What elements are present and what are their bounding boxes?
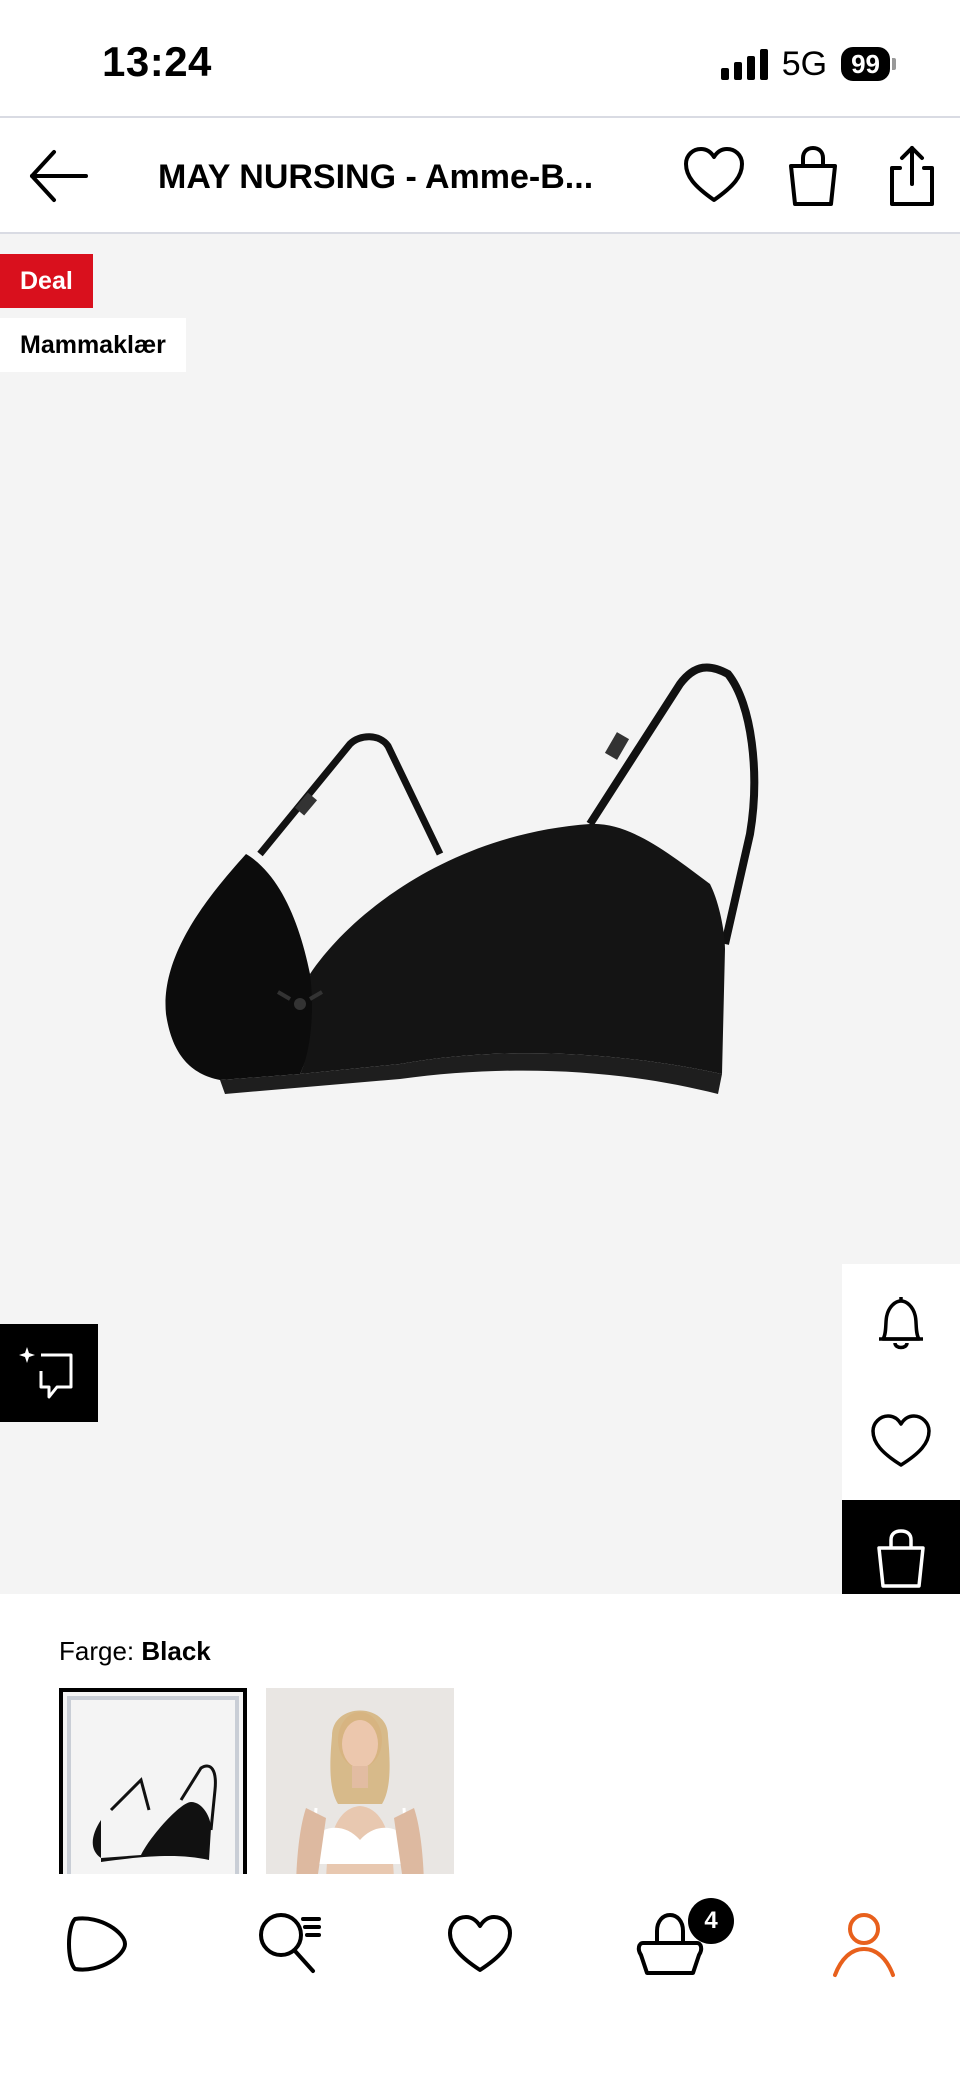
signal-icon [720,48,768,80]
ai-sparkle-icon[interactable] [0,1324,98,1422]
selected-color-name: Black [141,1636,211,1666]
add-to-bag-button[interactable] [842,1500,960,1594]
heart-icon[interactable] [842,1382,960,1500]
deal-badge: Deal [0,254,93,308]
back-arrow-icon[interactable] [26,146,90,206]
battery-icon: 99 [841,47,896,81]
cart-icon[interactable]: 4 [630,1898,734,1984]
status-time: 13:24 [102,38,212,85]
status-indicators: 5G 99 [720,44,896,83]
top-app-bar: MAY NURSING - Amme-B... [0,116,960,234]
play-icon[interactable] [56,1904,136,1984]
color-label: Farge: Black [59,1636,211,1666]
swatch-image-black [92,1764,217,1862]
cart-count-badge: 4 [688,1898,734,1944]
status-bar: 13:24 5G 99 [0,0,960,116]
category-badge: Mammaklær [0,318,186,372]
bottom-navigation: 4 [0,1874,960,2078]
battery-level: 99 [841,47,890,81]
bell-icon[interactable] [842,1264,960,1382]
heart-icon[interactable] [440,1904,520,1984]
search-icon[interactable] [250,1904,330,1984]
profile-icon[interactable] [824,1904,904,1984]
color-swatch-black[interactable] [59,1688,247,1888]
side-action-rail [842,1264,960,1594]
product-photo [165,663,759,1094]
share-icon[interactable] [880,144,944,208]
heart-icon[interactable] [682,144,746,208]
color-swatch-white[interactable] [266,1688,454,1888]
bag-icon [877,1529,925,1588]
network-type: 5G [781,44,828,83]
swatch-image-white [266,1688,454,1888]
page-title: MAY NURSING - Amme-B... [158,158,594,196]
bag-icon[interactable] [781,144,845,208]
product-image-gallery[interactable]: Deal Mammaklær [0,234,960,1594]
color-selector: Farge: Black [0,1594,960,1888]
